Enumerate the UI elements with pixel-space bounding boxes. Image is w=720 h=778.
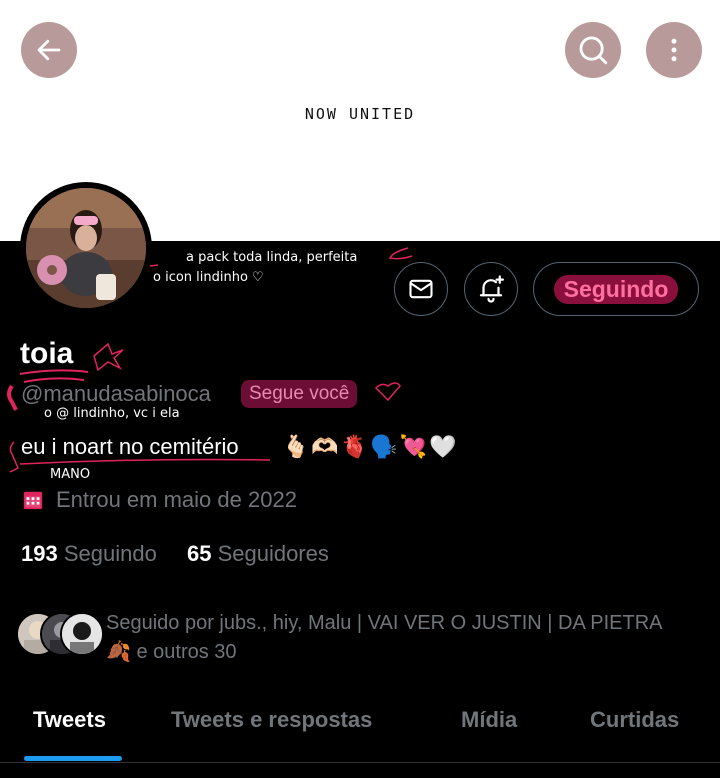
following-link[interactable]: 193 Seguindo	[21, 541, 157, 566]
tab-likes[interactable]: Curtidas	[590, 707, 679, 733]
bio-scribble	[9, 441, 271, 473]
tab-tweets[interactable]: Tweets	[33, 707, 106, 733]
message-button[interactable]	[394, 262, 448, 316]
following-count: 193	[21, 541, 58, 566]
following-label: Seguindo	[63, 541, 157, 566]
followers-label: Seguidores	[217, 541, 329, 566]
following-button-label: Seguindo	[553, 274, 679, 304]
tabs-divider	[0, 762, 720, 763]
followers-count: 65	[186, 541, 212, 566]
annotation-icon: o icon lindinho ♡	[153, 270, 264, 285]
mail-icon	[409, 279, 433, 299]
bell-plus-icon	[479, 275, 504, 303]
search-button[interactable]	[565, 22, 621, 78]
more-vertical-icon	[671, 38, 677, 62]
bio-emojis: 🫰🏻🫶🏻🫀🗣️💘🤍	[282, 434, 459, 459]
followers-link[interactable]: 65 Seguidores	[187, 541, 329, 566]
profile-avatar[interactable]	[20, 182, 152, 314]
tab-media[interactable]: Mídia	[461, 707, 517, 733]
more-button[interactable]	[646, 22, 702, 78]
annotation-pack: a pack toda linda, perfeita	[186, 250, 358, 265]
search-icon	[579, 36, 608, 65]
join-date: Entrou em maio de 2022	[56, 487, 297, 512]
avatar-photo	[26, 188, 146, 308]
annotation-handle: o @ lindinho, vc i ela	[44, 406, 180, 421]
notifications-button[interactable]	[464, 262, 518, 316]
active-tab-indicator	[24, 756, 122, 761]
followed-by-text[interactable]: Seguido por jubs., hiy, Malu | VAI VER O…	[106, 609, 666, 667]
back-button[interactable]	[21, 22, 77, 78]
following-button[interactable]: Seguindo	[533, 262, 699, 316]
calendar-icon	[23, 491, 43, 510]
arrow-left-icon	[37, 39, 61, 61]
follower-avatar	[60, 612, 104, 656]
follow-stats: 193 Seguindo 65 Seguidores	[21, 541, 329, 567]
banner-title: NOW UNITED	[304, 105, 416, 123]
annotation-mano: MANO	[50, 467, 91, 482]
tab-tweets-replies[interactable]: Tweets e respostas	[171, 707, 372, 733]
